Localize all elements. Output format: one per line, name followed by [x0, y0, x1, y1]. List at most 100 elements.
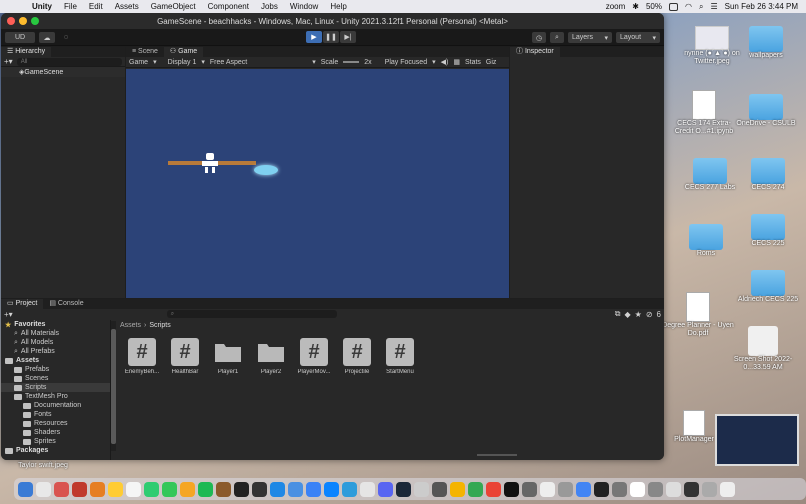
project-search-input[interactable]: ⌕ [166, 310, 337, 318]
asset-item[interactable]: # Projectile [338, 338, 376, 375]
game-viewport[interactable] [126, 69, 509, 298]
layout-dropdown[interactable]: Layout ▾ [616, 32, 660, 43]
tree-item-scenes[interactable]: Scenes [1, 374, 110, 383]
step-button[interactable]: ▶| [340, 31, 356, 43]
menu-file[interactable]: File [64, 2, 77, 11]
menu-help[interactable]: Help [330, 2, 346, 11]
account-button[interactable]: UD [5, 32, 35, 43]
label-filter-icon[interactable]: ◆ [625, 310, 631, 319]
dock-app-icon[interactable] [180, 481, 195, 497]
menu-gameobject[interactable]: GameObject [151, 2, 196, 11]
desktop-item-cecs225[interactable]: CECS 225 [732, 214, 804, 248]
dock-app-icon[interactable] [36, 481, 51, 497]
desktop-item-roms[interactable]: Roms [670, 224, 742, 258]
history-icon[interactable]: ◷ [532, 32, 546, 43]
tree-item-textmesh-pro[interactable]: TextMesh Pro [1, 392, 110, 401]
tab-hierarchy[interactable]: ☰ Hierarchy [1, 47, 52, 57]
layers-dropdown[interactable]: Layers ▾ [568, 32, 612, 43]
dock-app-icon[interactable] [486, 481, 501, 497]
hidden-packages-icon[interactable]: ⊘ [646, 310, 653, 319]
dock-app-icon[interactable] [396, 481, 411, 497]
tree-item-shaders[interactable]: Shaders [1, 428, 110, 437]
shortcuts-icon[interactable]: ▦ [453, 58, 460, 66]
tree-item-documentation[interactable]: Documentation [1, 401, 110, 410]
dock-app-icon[interactable] [72, 481, 87, 497]
dock-app-icon[interactable] [522, 481, 537, 497]
dock-app-icon[interactable] [54, 481, 69, 497]
asset-item[interactable]: # HealthBar [166, 338, 204, 375]
dock-app-icon[interactable] [324, 481, 339, 497]
dock-app-icon[interactable] [666, 481, 681, 497]
dock-app-icon[interactable] [576, 481, 591, 497]
filter-icon[interactable]: ⧉ [615, 309, 621, 319]
desktop-item-wallpapers[interactable]: wallpapers [730, 26, 802, 60]
tree-item-scripts[interactable]: Scripts [1, 383, 110, 392]
desktop-item-aldriech[interactable]: Aldriech CECS 225 [732, 270, 804, 304]
dock-app-icon[interactable] [540, 481, 555, 497]
control-center-icon[interactable]: ☰ [710, 2, 717, 11]
scrollbar-thumb[interactable] [111, 329, 116, 444]
tree-scrollbar[interactable] [111, 321, 116, 451]
tab-inspector[interactable]: ⓘ Inspector [510, 47, 560, 57]
dock-app-icon[interactable] [288, 481, 303, 497]
menu-window[interactable]: Window [290, 2, 318, 11]
dock-app-icon[interactable] [414, 481, 429, 497]
play-focused-dropdown[interactable]: Play Focused [385, 59, 427, 66]
dock-app-icon[interactable] [684, 481, 699, 497]
zoom-status-label[interactable]: zoom [606, 2, 626, 11]
minimize-window-button[interactable] [19, 17, 27, 25]
hierarchy-item-gamescene[interactable]: ◈ GameScene [1, 67, 125, 77]
dock-app-icon[interactable] [378, 481, 393, 497]
menu-assets[interactable]: Assets [115, 2, 139, 11]
dock-app-icon[interactable] [450, 481, 465, 497]
dock-app-icon[interactable] [630, 481, 645, 497]
tab-game[interactable]: ⚇ Game [163, 47, 204, 57]
battery-percent[interactable]: 50% [646, 2, 662, 11]
breadcrumb-scripts[interactable]: Scripts [149, 322, 170, 329]
dock-app-icon[interactable] [648, 481, 663, 497]
menu-app[interactable]: Unity [32, 2, 52, 11]
dock-app-icon[interactable] [720, 481, 735, 497]
asset-item[interactable]: # EnemyBeh... [123, 338, 161, 375]
dock-app-icon[interactable] [90, 481, 105, 497]
dock-app-icon[interactable] [594, 481, 609, 497]
pause-button[interactable]: ❚❚ [323, 31, 339, 43]
dock-app-icon[interactable] [702, 481, 717, 497]
breadcrumb-assets[interactable]: Assets [120, 322, 141, 329]
desktop-item-onedrive[interactable]: OneDrive - CSULB [730, 94, 802, 128]
dock-app-icon[interactable] [468, 481, 483, 497]
gizmos-button[interactable]: Giz [486, 59, 497, 66]
dock-app-icon[interactable] [252, 481, 267, 497]
screenshot-preview-thumbnail[interactable] [715, 414, 799, 466]
add-icon[interactable]: +▾ [4, 310, 13, 319]
dock-app-icon[interactable] [432, 481, 447, 497]
dock-app-icon[interactable] [342, 481, 357, 497]
tab-console[interactable]: ▤ Console [43, 299, 90, 309]
dock-app-icon[interactable] [270, 481, 285, 497]
favorite-star-icon[interactable]: ★ [635, 310, 642, 319]
tree-item-all-models[interactable]: ⌕ All Models [1, 338, 110, 347]
tree-item-prefabs[interactable]: Prefabs [1, 365, 110, 374]
clock[interactable]: Sun Feb 26 3:44 PM [725, 2, 798, 11]
aspect-dropdown[interactable]: Free Aspect [210, 59, 247, 66]
tree-item-resources[interactable]: Resources [1, 419, 110, 428]
scale-slider[interactable] [343, 61, 360, 63]
asset-item[interactable]: Player1 [209, 338, 247, 375]
tree-item-fonts[interactable]: Fonts [1, 410, 110, 419]
asset-item[interactable]: # StartMenu [381, 338, 419, 375]
dock-app-icon[interactable] [612, 481, 627, 497]
game-mode-dropdown[interactable]: Game [129, 59, 148, 66]
tree-item-sprites[interactable]: Sprites [1, 437, 110, 446]
display-dropdown[interactable]: Display 1 [168, 59, 197, 66]
dock-app-icon[interactable] [558, 481, 573, 497]
zoom-window-button[interactable] [31, 17, 39, 25]
dock-app-icon[interactable] [360, 481, 375, 497]
stats-button[interactable]: Stats [465, 59, 481, 66]
tree-item-assets[interactable]: Assets [1, 356, 110, 365]
dock-app-icon[interactable] [504, 481, 519, 497]
hierarchy-search-input[interactable]: All [16, 57, 122, 66]
cloud-icon[interactable]: ☁ [39, 32, 55, 43]
dock-app-icon[interactable] [108, 481, 123, 497]
menu-jobs[interactable]: Jobs [261, 2, 278, 11]
dock-app-icon[interactable] [234, 481, 249, 497]
